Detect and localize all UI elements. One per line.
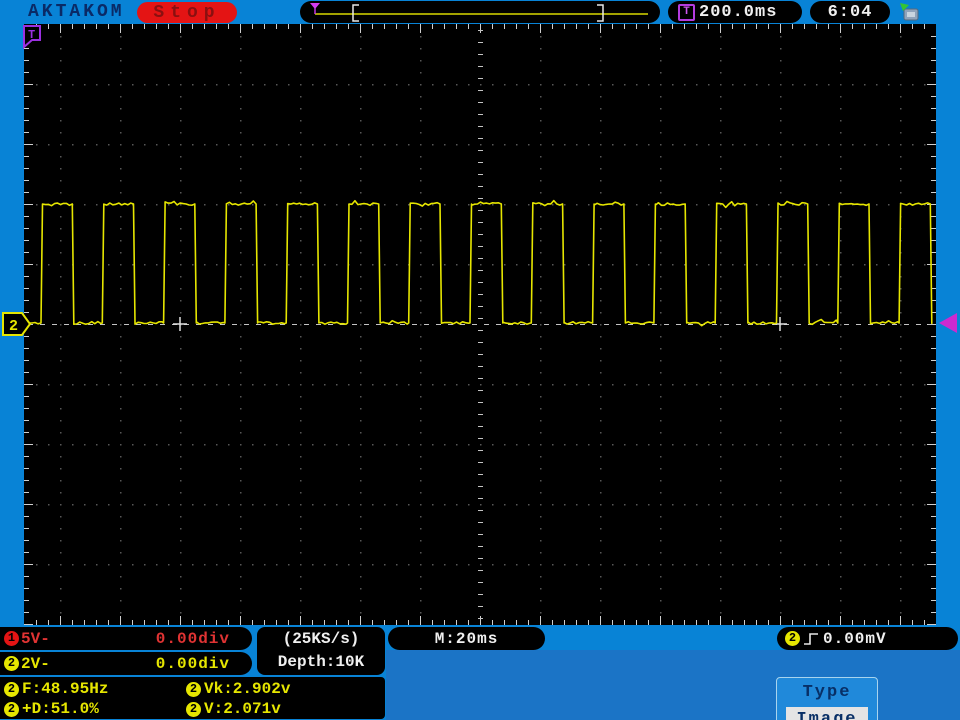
- menu-type-box[interactable]: Type Image: [776, 677, 878, 720]
- menu-type-label: Type: [802, 683, 852, 702]
- svg-text:T: T: [28, 28, 35, 42]
- ch1-offset: 0.00div: [155, 629, 230, 648]
- ch2-scale: 2V-: [21, 654, 50, 673]
- trigger-corner-marker: T: [23, 25, 41, 49]
- waveform-screen: [24, 24, 936, 625]
- svg-text:2: 2: [9, 318, 18, 335]
- soft-menu-panel: Type Image Save: [386, 650, 960, 720]
- window-left-bracket: [352, 4, 359, 22]
- record-position-indicator: [300, 1, 660, 23]
- ch1-badge: 1: [4, 631, 19, 646]
- measurement-v: 2 V:2.071v: [186, 700, 281, 718]
- bottom-status-bar: 1 5V- 0.00div 2 2V- 0.00div (25KS/s) Dep…: [0, 625, 960, 720]
- trigger-t-icon: T: [678, 3, 695, 21]
- rising-edge-icon: [804, 632, 818, 645]
- usb-device-icon: [900, 3, 919, 21]
- trigger-level-value: 0.00mV: [823, 629, 887, 648]
- trigger-offset-value: 200.0ms: [699, 2, 778, 22]
- oscilloscope-display: AKTAKOM Stop T 200.0ms 6:04 T 2 1 5V- 0.…: [0, 0, 960, 720]
- record-position-graphic: [310, 3, 648, 22]
- waveform-grid-svg: [24, 24, 936, 625]
- clock-value: 6:04: [827, 2, 873, 22]
- sample-rate: (25KS/s): [282, 630, 360, 648]
- trigger-level-pill: 2 0.00mV: [777, 627, 958, 650]
- brand-logo: AKTAKOM: [28, 2, 125, 22]
- acquisition-info-box: (25KS/s) Depth:10K: [257, 627, 385, 675]
- measurement-vk: 2 Vk:2.902v: [186, 680, 290, 698]
- timebase-pill: M:20ms: [388, 627, 545, 650]
- measurements-box: 2 F:48.95Hz 2 Vk:2.902v 2 +D:51.0% 2 V:2…: [0, 677, 385, 719]
- trigger-level-arrow: [939, 313, 957, 333]
- ch2-offset: 0.00div: [155, 654, 230, 673]
- measurement-frequency: 2 F:48.95Hz: [4, 680, 108, 698]
- trigger-source-badge: 2: [785, 631, 800, 646]
- menu-option-image[interactable]: Image: [786, 707, 868, 720]
- measurement-duty: 2 +D:51.0%: [4, 700, 99, 718]
- ch2-badge: 2: [4, 656, 19, 671]
- ch2-status-pill: 2 2V- 0.00div: [0, 652, 252, 675]
- memory-depth: Depth:10K: [277, 653, 365, 671]
- top-status-bar: AKTAKOM Stop T 200.0ms 6:04: [0, 0, 960, 24]
- ch1-scale: 5V-: [21, 629, 50, 648]
- run-state-badge[interactable]: Stop: [137, 2, 237, 23]
- trigger-offset-readout: T 200.0ms: [668, 1, 802, 23]
- ch2-ground-marker: 2: [2, 312, 32, 336]
- clock-readout: 6:04: [810, 1, 890, 23]
- ch1-status-pill: 1 5V- 0.00div: [0, 627, 252, 650]
- window-right-bracket: [597, 4, 604, 22]
